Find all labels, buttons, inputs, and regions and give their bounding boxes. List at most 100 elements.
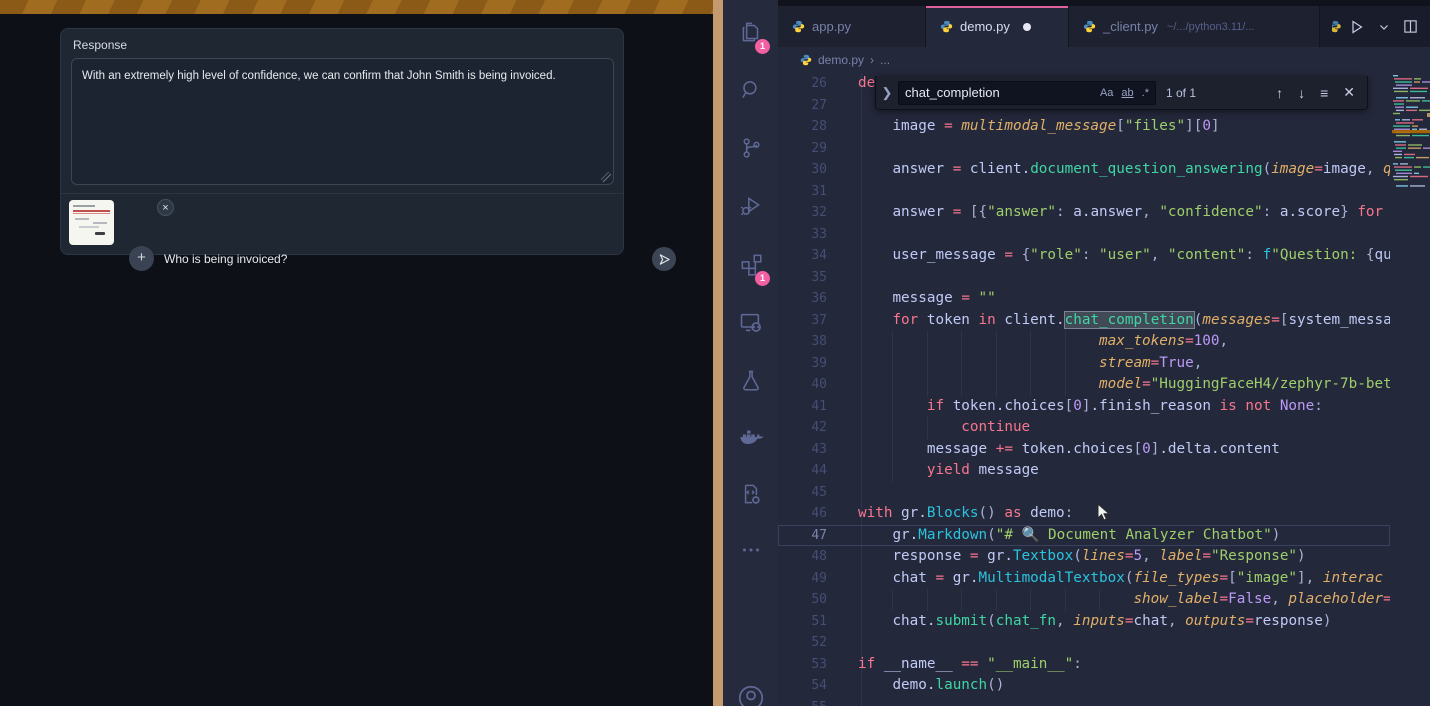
line-number: 55 bbox=[778, 697, 858, 706]
gradio-panel: Response With an extremely high level of… bbox=[60, 28, 624, 255]
code-line-51[interactable]: 51 chat.submit(chat_fn, inputs=chat, out… bbox=[778, 611, 1390, 633]
search-icon[interactable] bbox=[723, 70, 778, 110]
line-number: 33 bbox=[778, 224, 858, 246]
remote-explorer-icon[interactable] bbox=[723, 302, 778, 342]
line-number: 47 bbox=[778, 525, 858, 547]
code-line-49[interactable]: 49 chat = gr.MultimodalTextbox(file_type… bbox=[778, 568, 1390, 590]
modified-dot-icon[interactable] bbox=[1023, 23, 1031, 31]
run-debug-icon[interactable] bbox=[723, 186, 778, 226]
extensions-icon[interactable]: 1 bbox=[723, 244, 778, 284]
code-line-52[interactable]: 52 bbox=[778, 632, 1390, 654]
code-line-42[interactable]: 42 continue bbox=[778, 417, 1390, 439]
line-number: 53 bbox=[778, 654, 858, 676]
code-line-54[interactable]: 54 demo.launch() bbox=[778, 675, 1390, 697]
line-number: 29 bbox=[778, 138, 858, 160]
code-editor[interactable]: 26de2728 image = multimodal_message["fil… bbox=[778, 73, 1390, 706]
send-button[interactable] bbox=[652, 247, 676, 271]
breadcrumb-more[interactable]: ... bbox=[880, 53, 890, 67]
desktop-gap bbox=[713, 0, 723, 706]
python-icon bbox=[800, 54, 812, 66]
source-control-icon[interactable] bbox=[723, 128, 778, 168]
find-in-selection-button[interactable]: ≡ bbox=[1320, 85, 1328, 101]
code-line-40[interactable]: 40 model="HuggingFaceH4/zephyr-7b-beta bbox=[778, 374, 1390, 396]
line-number: 52 bbox=[778, 632, 858, 654]
testing-icon[interactable] bbox=[723, 360, 778, 400]
attached-invoice-thumbnail[interactable] bbox=[69, 200, 114, 245]
code-line-45[interactable]: 45 bbox=[778, 482, 1390, 504]
find-previous-button[interactable]: ↑ bbox=[1276, 85, 1283, 101]
code-line-31[interactable]: 31 bbox=[778, 181, 1390, 203]
code-line-39[interactable]: 39 stream=True, bbox=[778, 353, 1390, 375]
code-line-43[interactable]: 43 message += token.choices[0].delta.con… bbox=[778, 439, 1390, 461]
code-line-35[interactable]: 35 bbox=[778, 267, 1390, 289]
tab-demo-py[interactable]: demo.py bbox=[926, 6, 1069, 47]
response-textarea[interactable]: With an extremely high level of confiden… bbox=[71, 58, 614, 185]
line-number: 49 bbox=[778, 568, 858, 590]
line-number: 30 bbox=[778, 159, 858, 181]
explorer-icon[interactable]: 1 bbox=[723, 12, 778, 52]
breadcrumb-file[interactable]: demo.py bbox=[818, 53, 864, 67]
more-icon[interactable] bbox=[723, 530, 778, 570]
whole-word-toggle[interactable]: ab bbox=[1121, 87, 1133, 99]
breadcrumb[interactable]: demo.py › ... bbox=[778, 47, 1430, 73]
toggle-replace-chevron-icon[interactable]: ❯ bbox=[876, 85, 898, 101]
code-line-44[interactable]: 44 yield message bbox=[778, 460, 1390, 482]
tab-label: app.py bbox=[812, 19, 851, 34]
run-button[interactable] bbox=[1349, 19, 1365, 35]
account-icon[interactable] bbox=[723, 678, 778, 706]
run-dropdown-chevron-icon[interactable] bbox=[1379, 22, 1389, 32]
chat-input[interactable]: Who is being invoiced? bbox=[164, 252, 287, 266]
find-results-count: 1 of 1 bbox=[1166, 86, 1196, 100]
code-line-50[interactable]: 50 show_label=False, placeholder= bbox=[778, 589, 1390, 611]
find-next-button[interactable]: ↓ bbox=[1298, 85, 1305, 101]
code-line-47[interactable]: 47 gr.Markdown("# 🔍 Document Analyzer Ch… bbox=[778, 525, 1390, 547]
code-line-55[interactable]: 55 bbox=[778, 697, 1390, 706]
split-editor-button[interactable] bbox=[1403, 19, 1418, 34]
code-line-53[interactable]: 53if __name__ == "__main__": bbox=[778, 654, 1390, 676]
add-file-button[interactable]: + bbox=[129, 246, 154, 271]
code-line-38[interactable]: 38 max_tokens=100, bbox=[778, 331, 1390, 353]
find-input[interactable]: chat_completion Aa ab .* bbox=[898, 81, 1156, 105]
code-line-41[interactable]: 41 if token.choices[0].finish_reason is … bbox=[778, 396, 1390, 418]
tab-client-py[interactable]: _client.py ~/.../python3.11/... bbox=[1069, 6, 1320, 47]
code-line-46[interactable]: 46with gr.Blocks() as demo: bbox=[778, 503, 1390, 525]
tab-app-py[interactable]: app.py bbox=[778, 6, 926, 47]
code-line-33[interactable]: 33 bbox=[778, 224, 1390, 246]
code-line-37[interactable]: 37 for token in client.chat_completion(m… bbox=[778, 310, 1390, 332]
line-number: 46 bbox=[778, 503, 858, 525]
line-number: 36 bbox=[778, 288, 858, 310]
code-line-48[interactable]: 48 response = gr.Textbox(lines=5, label=… bbox=[778, 546, 1390, 568]
code-line-34[interactable]: 34 user_message = {"role": "user", "cont… bbox=[778, 245, 1390, 267]
line-number: 34 bbox=[778, 245, 858, 267]
remove-attachment-button[interactable]: × bbox=[157, 199, 174, 216]
line-number: 28 bbox=[778, 116, 858, 138]
code-line-28[interactable]: 28 image = multimodal_message["files"][0… bbox=[778, 116, 1390, 138]
tab-bar: app.py demo.py _client.py ~ bbox=[778, 6, 1430, 47]
line-number: 40 bbox=[778, 374, 858, 396]
code-line-36[interactable]: 36 message = "" bbox=[778, 288, 1390, 310]
file-settings-icon[interactable] bbox=[723, 474, 778, 514]
python-icon bbox=[792, 20, 805, 33]
minimap[interactable] bbox=[1392, 73, 1430, 198]
browser-top-strip bbox=[0, 0, 713, 14]
match-case-toggle[interactable]: Aa bbox=[1100, 87, 1113, 99]
docker-icon[interactable] bbox=[723, 418, 778, 458]
line-number: 41 bbox=[778, 396, 858, 418]
line-number: 45 bbox=[778, 482, 858, 504]
line-number: 27 bbox=[778, 95, 858, 117]
resize-handle[interactable] bbox=[601, 172, 611, 182]
response-label: Response bbox=[73, 38, 127, 52]
line-number: 26 bbox=[778, 73, 858, 95]
line-number: 37 bbox=[778, 310, 858, 332]
line-number: 42 bbox=[778, 417, 858, 439]
code-line-29[interactable]: 29 bbox=[778, 138, 1390, 160]
line-number: 44 bbox=[778, 460, 858, 482]
code-line-30[interactable]: 30 answer = client.document_question_ans… bbox=[778, 159, 1390, 181]
overflow-tab-python-icon[interactable] bbox=[1332, 20, 1343, 33]
code-line-32[interactable]: 32 answer = [{"answer": a.answer, "confi… bbox=[778, 202, 1390, 224]
find-close-button[interactable]: ✕ bbox=[1343, 84, 1355, 101]
find-query[interactable]: chat_completion bbox=[905, 85, 1092, 100]
regex-toggle[interactable]: .* bbox=[1142, 87, 1149, 99]
extensions-badge: 1 bbox=[755, 271, 770, 286]
python-icon bbox=[1083, 20, 1096, 33]
